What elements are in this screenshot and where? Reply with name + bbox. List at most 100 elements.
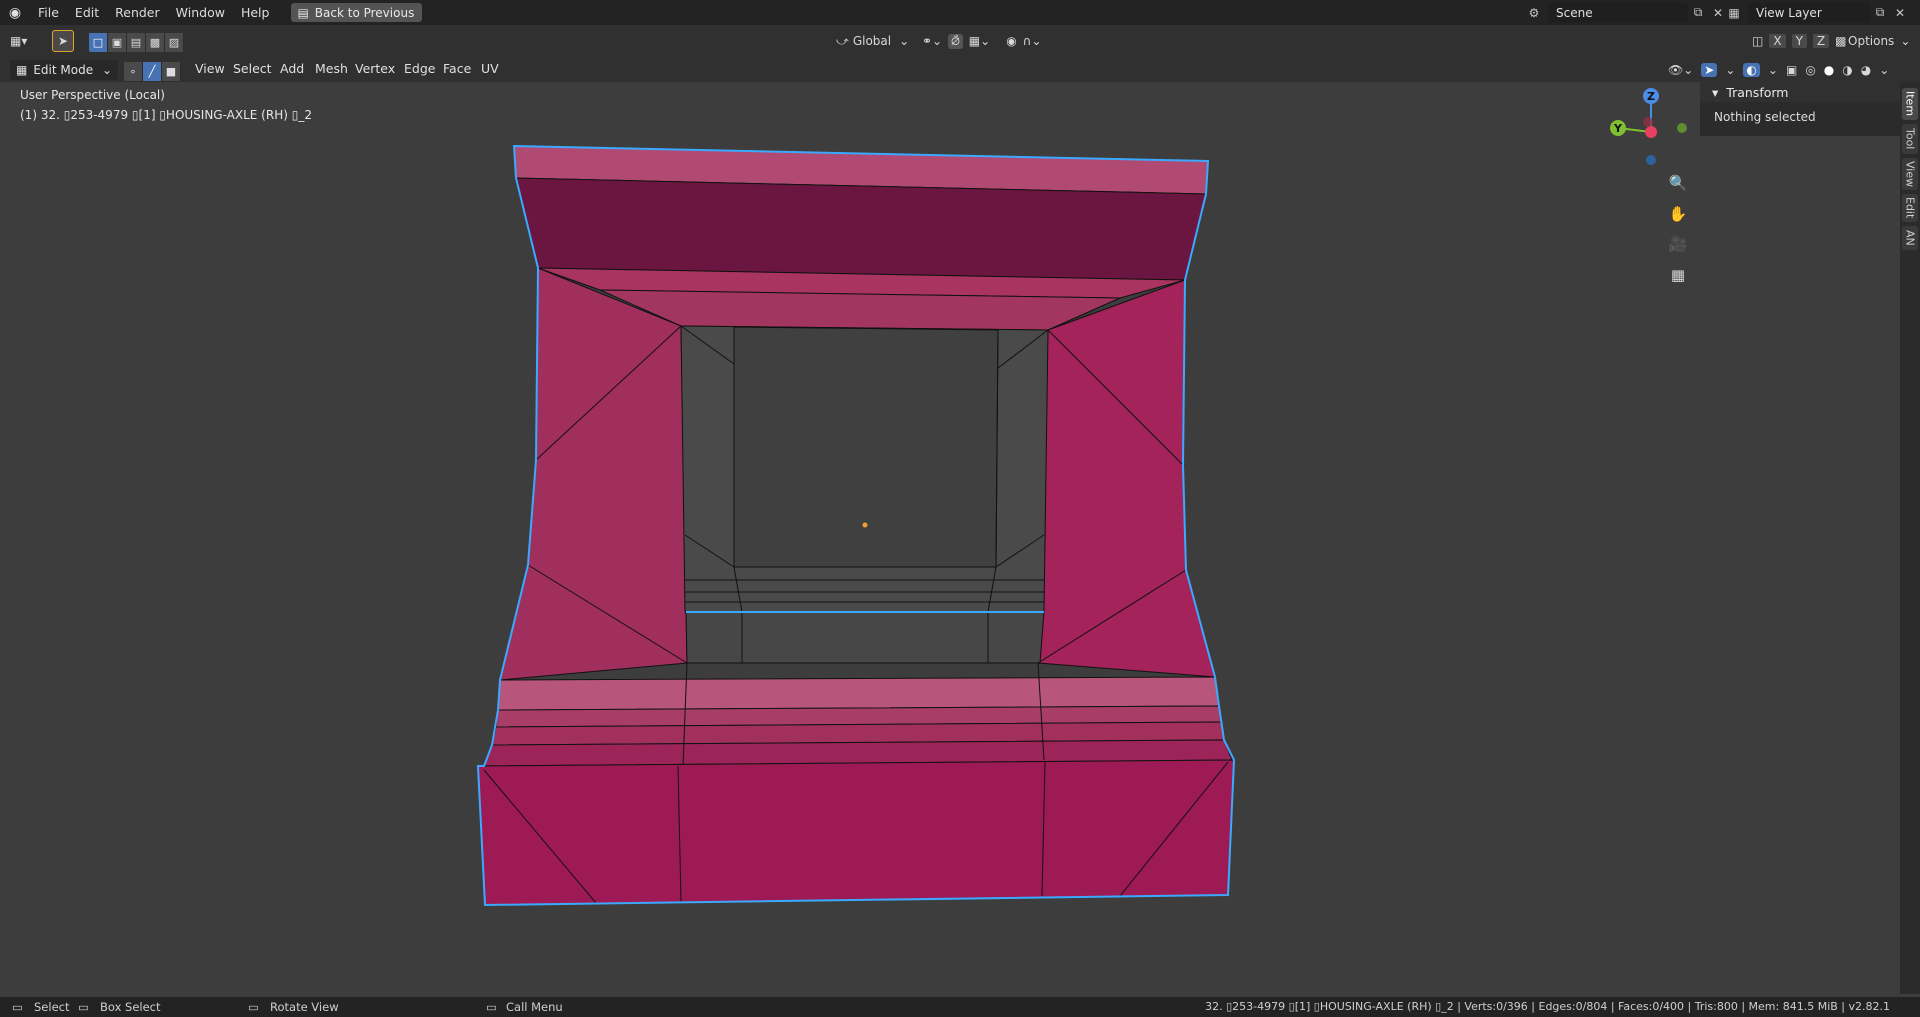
chevron-down-icon: ⌄: [899, 34, 910, 48]
status-rotate-view: Rotate View: [270, 1000, 339, 1014]
editor-type-icon: ▦▾: [10, 34, 28, 48]
status-call-menu: Call Menu: [506, 1000, 563, 1014]
mode-label: Edit Mode: [33, 63, 94, 77]
menu-face[interactable]: Face: [438, 59, 476, 79]
menu-vertex[interactable]: Vertex: [350, 59, 400, 79]
axis-y-toggle[interactable]: Y: [1791, 34, 1807, 48]
cursor-arrow-icon: ➤: [57, 34, 69, 48]
menu-add[interactable]: Add: [275, 59, 309, 79]
chevron-down-icon[interactable]: ⌄: [1768, 63, 1778, 77]
tab-item[interactable]: Item: [1902, 88, 1918, 120]
scene-icon[interactable]: ⚙: [1524, 3, 1544, 23]
menu-select[interactable]: Select: [228, 59, 277, 79]
select-extend-icon[interactable]: ▣: [108, 32, 127, 52]
mode-selector[interactable]: ▦ Edit Mode ⌄: [10, 59, 118, 81]
mesh-face: [1037, 279, 1216, 678]
status-box-select: Box Select: [100, 1000, 161, 1014]
view-layer-icon[interactable]: ▦: [1724, 3, 1744, 23]
transform-orientation[interactable]: ⤻ Global ⌄: [836, 30, 909, 52]
rendered-shading-icon[interactable]: ◕: [1861, 63, 1871, 77]
snap-magnet-icon[interactable]: ⦳: [948, 33, 963, 49]
view-layer-name-field[interactable]: View Layer: [1748, 2, 1870, 23]
menu-help[interactable]: Help: [233, 0, 278, 25]
xray-toggle-icon[interactable]: ▣: [1786, 63, 1797, 77]
edge-select-icon[interactable]: ╱: [143, 61, 162, 81]
orientation-icon: ⤻: [836, 33, 849, 48]
toggle-perspective-icon[interactable]: ▦: [1664, 261, 1692, 289]
face-select-icon[interactable]: ■: [162, 61, 181, 81]
select-intersect-icon[interactable]: ▨: [165, 32, 184, 52]
material-shading-icon[interactable]: ◑: [1842, 63, 1852, 77]
blender-logo-icon[interactable]: ◉: [0, 0, 30, 25]
menu-view[interactable]: View: [190, 59, 230, 79]
transform-panel-header[interactable]: ▾ Transform: [1700, 82, 1900, 102]
gizmo-x-axis[interactable]: [1645, 126, 1657, 138]
menu-file[interactable]: File: [30, 0, 67, 25]
gizmo-y-label: Y: [1613, 122, 1623, 135]
perspective-label: User Perspective (Local): [20, 88, 165, 102]
menu-window[interactable]: Window: [168, 0, 233, 25]
gizmo-z-label: Z: [1647, 90, 1655, 103]
axis-x-toggle[interactable]: X: [1769, 34, 1786, 48]
tab-view[interactable]: View: [1902, 158, 1918, 190]
menu-uv[interactable]: UV: [476, 59, 504, 79]
delete-view-layer-icon[interactable]: ✕: [1890, 3, 1910, 23]
mesh-canvas[interactable]: [0, 82, 1920, 994]
menu-render[interactable]: Render: [107, 0, 168, 25]
mouse-drag-icon: ▭: [78, 1000, 89, 1014]
select-invert-icon[interactable]: ▩: [146, 32, 165, 52]
pivot-point-icon[interactable]: ⚭⌄: [922, 34, 942, 48]
mesh-face: [477, 759, 1235, 906]
new-scene-icon[interactable]: ⧉: [1688, 3, 1708, 23]
axis-z-toggle[interactable]: Z: [1812, 34, 1830, 48]
scene-selector: ⚙ Scene ⧉ ✕: [1524, 2, 1728, 23]
editor-type-button[interactable]: ▦▾: [10, 30, 27, 52]
mirror-icon[interactable]: ◫: [1752, 34, 1763, 48]
select-subtract-icon[interactable]: ▤: [127, 32, 146, 52]
auto-merge-icon[interactable]: ▩: [1835, 34, 1846, 48]
vertex-select-icon[interactable]: ∘: [124, 61, 143, 81]
menu-mesh[interactable]: Mesh: [310, 59, 353, 79]
wireframe-shading-icon[interactable]: ◎: [1805, 63, 1815, 77]
snap-grid-icon[interactable]: ▦⌄: [969, 34, 990, 48]
chevron-down-icon[interactable]: ⌄: [1879, 63, 1889, 77]
menu-edge[interactable]: Edge: [399, 59, 440, 79]
tab-an[interactable]: AN: [1902, 226, 1918, 250]
new-view-layer-icon[interactable]: ⧉: [1870, 3, 1890, 23]
gizmo-toggle-icon[interactable]: ➤: [1701, 63, 1718, 77]
falloff-curve-icon[interactable]: ∩⌄: [1023, 34, 1042, 48]
overlay-toggle-icon[interactable]: ◐: [1743, 63, 1760, 77]
mouse-left-icon: ▭: [12, 1000, 23, 1014]
gizmo-neg-x[interactable]: [1643, 117, 1653, 127]
edit-mode-icon: ▦: [16, 63, 28, 77]
menu-edit[interactable]: Edit: [67, 0, 107, 25]
tweak-tool-button[interactable]: ➤: [52, 30, 74, 52]
mouse-right-icon: ▭: [486, 1000, 497, 1014]
zoom-icon[interactable]: 🔍: [1664, 169, 1692, 197]
gizmo-neg-y[interactable]: [1677, 123, 1687, 133]
solid-shading-icon[interactable]: ●: [1824, 63, 1834, 77]
gizmo-neg-z[interactable]: [1646, 155, 1656, 165]
tab-edit[interactable]: Edit: [1902, 194, 1918, 222]
visibility-eye-icon[interactable]: 👁⌄: [1668, 63, 1693, 77]
scene-name-field[interactable]: Scene: [1548, 2, 1688, 23]
pan-hand-icon[interactable]: ✋: [1664, 200, 1692, 228]
scene-statistics: 32. ▯253-4979 ▯[1] ▯HOUSING-AXLE (RH) ▯_…: [1205, 1000, 1890, 1013]
mesh-face: [515, 177, 1207, 281]
tab-tool[interactable]: Tool: [1902, 124, 1918, 154]
select-new-icon[interactable]: □: [89, 32, 108, 52]
options-dropdown[interactable]: Options ⌄: [1848, 30, 1910, 52]
mesh-face: [685, 611, 1045, 664]
navigation-gizmo[interactable]: Z Y: [1606, 86, 1696, 176]
nothing-selected-text: Nothing selected: [1700, 102, 1900, 136]
3d-viewport[interactable]: [0, 82, 1920, 994]
status-bar: ▭ Select ▭ Box Select ▭ Rotate View ▭ Ca…: [0, 997, 1920, 1017]
back-to-previous-button[interactable]: ▤ Back to Previous: [291, 3, 423, 22]
proportional-edit-icon[interactable]: ◉: [1006, 34, 1016, 48]
options-label: Options: [1848, 34, 1895, 48]
selection-mode-group: □ ▣ ▤ ▩ ▨: [89, 31, 184, 53]
chevron-down-icon: ⌄: [1900, 34, 1911, 48]
chevron-down-icon[interactable]: ⌄: [1725, 63, 1735, 77]
chevron-down-icon: ⌄: [101, 63, 112, 77]
camera-view-icon[interactable]: 🎥: [1664, 230, 1692, 258]
